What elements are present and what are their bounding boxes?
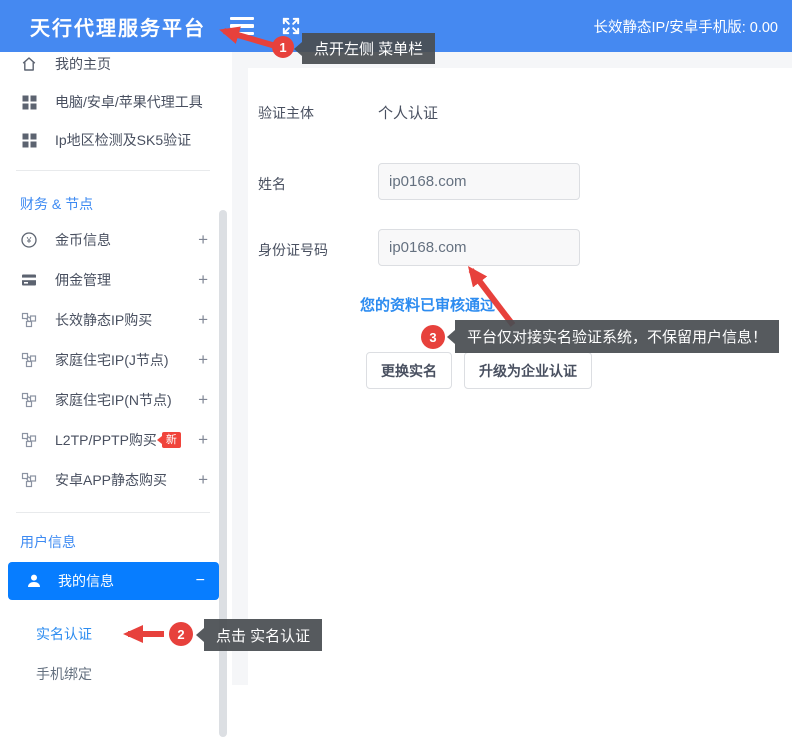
expand-plus-icon[interactable]: + [198, 310, 208, 330]
sidebar-item-home-ip-n[interactable]: 家庭住宅IP(N节点) + [0, 388, 224, 412]
sidebar-item-label: 佣金管理 [55, 270, 111, 290]
grid-icon [20, 93, 38, 111]
sidebar-item-home-ip-j[interactable]: 家庭住宅IP(J节点) + [0, 348, 224, 372]
sidebar-item-label: 安卓APP静态购买 [55, 470, 167, 490]
new-badge: 新 [162, 432, 181, 448]
sidebar-item-label: 长效静态IP购买 [55, 310, 152, 330]
expand-plus-icon[interactable]: + [198, 430, 208, 450]
step-3-marker: 3 [421, 325, 445, 349]
coin-icon: ¥ [20, 231, 38, 249]
sidebar-item-android-app[interactable]: 安卓APP静态购买 + [0, 468, 224, 492]
expand-plus-icon[interactable]: + [198, 230, 208, 250]
sidebar-item-label: 家庭住宅IP(N节点) [55, 390, 172, 410]
network-nodes-icon [20, 471, 38, 489]
sidebar-divider [16, 512, 210, 513]
grid-icon [20, 131, 38, 149]
sidebar-item-static-ip-buy[interactable]: 长效静态IP购买 + [0, 308, 224, 332]
step-2-tooltip: 点击 实名认证 [204, 619, 322, 651]
sidebar-item-label: 电脑/安卓/苹果代理工具 [55, 92, 203, 112]
sidebar-item-label: 金币信息 [55, 230, 111, 250]
sidebar-scrollbar[interactable] [219, 210, 227, 737]
collapse-minus-icon[interactable]: − [196, 572, 205, 590]
network-nodes-icon [20, 431, 38, 449]
fullscreen-expand-icon[interactable] [280, 15, 302, 37]
expand-plus-icon[interactable]: + [198, 350, 208, 370]
sidebar-item-l2tp-pptp[interactable]: L2TP/PPTP购买 新 + [0, 428, 224, 452]
sidebar-item-label: 家庭住宅IP(J节点) [55, 350, 169, 370]
step-3-tooltip: 平台仅对接实名验证系统，不保留用户信息！ [455, 320, 779, 353]
svg-text:¥: ¥ [26, 235, 32, 245]
step-2-marker: 2 [169, 622, 193, 646]
section-user-info: 用户信息 [20, 532, 76, 552]
sidebar-item-label: 我的信息 [58, 571, 114, 591]
content-background: 验证主体 个人认证 姓名 身份证号码 您的资料已审核通过 更换实名 升级为企业认… [232, 52, 792, 685]
card-icon [20, 271, 38, 289]
field-label-name: 姓名 [258, 174, 286, 194]
realname-auth-panel: 验证主体 个人认证 姓名 身份证号码 您的资料已审核通过 更换实名 升级为企业认… [248, 68, 792, 685]
field-label-id-number: 身份证号码 [258, 240, 328, 260]
network-nodes-icon [20, 391, 38, 409]
home-icon [20, 55, 38, 73]
expand-plus-icon[interactable]: + [198, 390, 208, 410]
id-number-input[interactable] [378, 229, 580, 266]
network-nodes-icon [20, 351, 38, 369]
sidebar-item-commission[interactable]: 佣金管理 + [0, 268, 224, 292]
account-balance-text: 长效静态IP/安卓手机版: 0.00 [593, 16, 778, 37]
person-icon [26, 573, 42, 589]
app-title: 天行代理服务平台 [30, 12, 206, 41]
expand-plus-icon[interactable]: + [198, 470, 208, 490]
name-input[interactable] [378, 163, 580, 200]
sidebar: 我的主页 电脑/安卓/苹果代理工具 Ip地区检测及SK5验证 财务 & 节点 ¥… [0, 52, 232, 685]
field-label-subject: 验证主体 [258, 103, 314, 123]
sidebar-item-coin-info[interactable]: ¥ 金币信息 + [0, 228, 224, 252]
step-1-tooltip: 点开左侧 菜单栏 [302, 33, 435, 64]
field-value-subject: 个人认证 [378, 102, 438, 123]
hamburger-menu-icon[interactable] [230, 17, 254, 35]
sidebar-item-proxy-tools[interactable]: 电脑/安卓/苹果代理工具 [0, 90, 224, 114]
expand-plus-icon[interactable]: + [198, 270, 208, 290]
audit-status-text: 您的资料已审核通过 [360, 294, 495, 315]
network-nodes-icon [20, 311, 38, 329]
upgrade-enterprise-button[interactable]: 升级为企业认证 [464, 352, 592, 389]
change-realname-button[interactable]: 更换实名 [366, 352, 452, 389]
sidebar-subitem-phone-bind[interactable]: 手机绑定 [0, 662, 224, 686]
sidebar-item-label: Ip地区检测及SK5验证 [55, 130, 191, 150]
sidebar-divider [16, 170, 210, 171]
sidebar-item-my-info-active[interactable]: 我的信息 − [8, 562, 219, 600]
sidebar-item-label: 我的主页 [55, 54, 111, 74]
sidebar-item-home[interactable]: 我的主页 [0, 52, 224, 76]
sidebar-item-label: L2TP/PPTP购买 [55, 430, 157, 450]
step-1-marker: 1 [272, 36, 294, 58]
sidebar-item-ip-check[interactable]: Ip地区检测及SK5验证 [0, 128, 224, 152]
section-finance-nodes: 财务 & 节点 [20, 194, 93, 214]
